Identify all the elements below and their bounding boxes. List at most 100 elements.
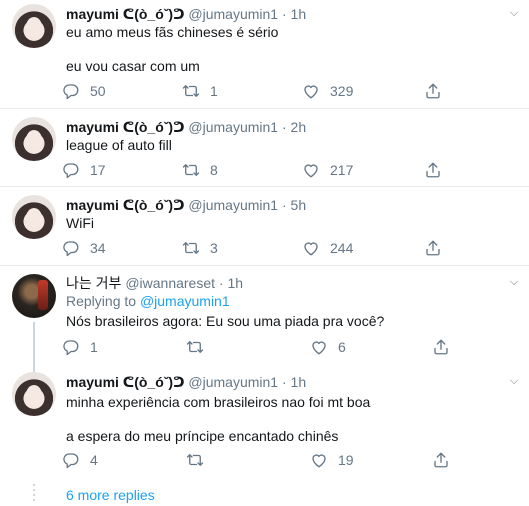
author-handle[interactable]: @jumayumin1 — [188, 197, 278, 213]
reply-button[interactable]: 17 — [62, 160, 106, 180]
avatar[interactable] — [12, 117, 56, 161]
thread-line — [33, 322, 35, 366]
share-button[interactable] — [424, 81, 442, 101]
thread-dots — [33, 484, 35, 504]
reply-button[interactable]: 50 — [62, 81, 106, 101]
tweet-text-line: eu amo meus fãs chineses é sério — [66, 24, 279, 40]
show-more-replies-link[interactable]: 6 more replies — [66, 487, 155, 503]
retweet-icon — [182, 239, 200, 257]
tweet[interactable]: mayumi ᕦ(ò_óˇ)ᕤ @jumayumin1 · 1h ⌵ eu am… — [0, 0, 529, 108]
retweet-icon — [186, 451, 204, 469]
tweet-text-line: league of auto fill — [66, 137, 172, 153]
timestamp[interactable]: 1h — [227, 275, 243, 291]
tweet-header: mayumi ᕦ(ò_óˇ)ᕤ @jumayumin1 · 2h — [66, 118, 306, 136]
reply-icon — [62, 239, 80, 257]
tweet-text-line: a espera do meu príncipe encantado chinê… — [66, 428, 339, 444]
reply-icon — [62, 451, 80, 469]
author-handle[interactable]: @jumayumin1 — [188, 119, 278, 135]
avatar[interactable] — [12, 372, 56, 416]
share-button[interactable] — [424, 238, 442, 258]
tweet-actions: 1 6 — [62, 337, 462, 357]
author-name[interactable]: 나는 거부 — [66, 275, 121, 291]
author-handle[interactable]: @jumayumin1 — [188, 6, 278, 22]
heart-icon — [302, 239, 320, 257]
tweet-text-line: Nós brasileiros agora: Eu sou uma piada … — [66, 313, 385, 329]
avatar[interactable] — [12, 274, 56, 318]
retweet-button[interactable]: 8 — [182, 160, 218, 180]
like-button[interactable]: 6 — [310, 337, 346, 357]
reply-count: 17 — [90, 162, 106, 178]
like-button[interactable]: 329 — [302, 81, 353, 101]
retweet-icon — [182, 161, 200, 179]
retweet-button[interactable]: 3 — [182, 238, 218, 258]
avatar[interactable] — [12, 4, 56, 48]
reply-icon — [62, 82, 80, 100]
chevron-down-icon[interactable]: ⌵ — [507, 6, 521, 20]
retweet-button[interactable] — [186, 450, 214, 470]
like-button[interactable]: 244 — [302, 238, 353, 258]
like-count: 19 — [338, 452, 354, 468]
timestamp[interactable]: 1h — [291, 6, 307, 22]
reply-button[interactable]: 34 — [62, 238, 106, 258]
like-count: 329 — [330, 83, 354, 99]
author-name[interactable]: mayumi ᕦ(ò_óˇ)ᕤ — [66, 197, 185, 213]
like-button[interactable]: 217 — [302, 160, 353, 180]
heart-icon — [310, 338, 328, 356]
reply-count: 1 — [90, 339, 98, 355]
retweet-count: 1 — [210, 83, 218, 99]
share-button[interactable] — [432, 337, 450, 357]
share-icon — [432, 338, 450, 356]
avatar[interactable] — [12, 195, 56, 239]
tweet-header: 나는 거부 @iwannareset · 1h — [66, 274, 243, 292]
share-icon — [424, 82, 442, 100]
tweet[interactable]: mayumi ᕦ(ò_óˇ)ᕤ @jumayumin1 · 1h ⌵ minha… — [0, 366, 529, 476]
retweet-button[interactable]: 1 — [182, 81, 218, 101]
retweet-icon — [182, 82, 200, 100]
share-button[interactable] — [424, 160, 442, 180]
share-icon — [432, 451, 450, 469]
tweet-actions: 17 8 217 — [62, 160, 462, 180]
retweet-count: 3 — [210, 240, 218, 256]
share-button[interactable] — [432, 450, 450, 470]
reply-icon — [62, 161, 80, 179]
tweet[interactable]: mayumi ᕦ(ò_óˇ)ᕤ @jumayumin1 · 5h WiFi 34… — [0, 187, 529, 265]
timestamp[interactable]: 2h — [291, 119, 307, 135]
tweet[interactable]: mayumi ᕦ(ò_óˇ)ᕤ @jumayumin1 · 2h league … — [0, 109, 529, 186]
author-name[interactable]: mayumi ᕦ(ò_óˇ)ᕤ — [66, 119, 185, 135]
reply-count: 34 — [90, 240, 106, 256]
separator-dot: · — [218, 275, 224, 291]
retweet-icon — [186, 338, 204, 356]
reply-icon — [62, 338, 80, 356]
tweet-actions: 50 1 329 — [62, 81, 462, 101]
tweet-actions: 4 19 — [62, 450, 462, 470]
separator-dot: · — [281, 374, 287, 390]
heart-icon — [302, 161, 320, 179]
like-count: 244 — [330, 240, 354, 256]
replying-to: Replying to @jumayumin1 — [66, 292, 230, 310]
timestamp[interactable]: 5h — [291, 197, 307, 213]
chevron-down-icon[interactable]: ⌵ — [507, 275, 521, 289]
author-handle[interactable]: @jumayumin1 — [188, 374, 278, 390]
replying-to-label: Replying to — [66, 293, 140, 309]
reply-button[interactable]: 1 — [62, 337, 98, 357]
reply-count: 50 — [90, 83, 106, 99]
like-button[interactable]: 19 — [310, 450, 354, 470]
reply-count: 4 — [90, 452, 98, 468]
reply-button[interactable]: 4 — [62, 450, 98, 470]
tweet-text-line: minha experiência com brasileiros nao fo… — [66, 394, 371, 410]
retweet-button[interactable] — [186, 337, 214, 357]
author-handle[interactable]: @iwannareset — [125, 275, 215, 291]
tweet-reply[interactable]: 나는 거부 @iwannareset · 1h ⌵ Replying to @j… — [0, 266, 529, 366]
heart-icon — [310, 451, 328, 469]
separator-dot: · — [281, 197, 287, 213]
author-name[interactable]: mayumi ᕦ(ò_óˇ)ᕤ — [66, 6, 185, 22]
tweet-header: mayumi ᕦ(ò_óˇ)ᕤ @jumayumin1 · 5h — [66, 196, 306, 214]
chevron-down-icon[interactable]: ⌵ — [507, 374, 521, 388]
timestamp[interactable]: 1h — [291, 374, 307, 390]
tweet-text-line: WiFi — [66, 215, 94, 231]
author-name[interactable]: mayumi ᕦ(ò_óˇ)ᕤ — [66, 374, 185, 390]
separator-dot: · — [281, 119, 287, 135]
tweet-header: mayumi ᕦ(ò_óˇ)ᕤ @jumayumin1 · 1h — [66, 5, 306, 23]
replying-to-handle[interactable]: @jumayumin1 — [140, 293, 230, 309]
share-icon — [424, 161, 442, 179]
